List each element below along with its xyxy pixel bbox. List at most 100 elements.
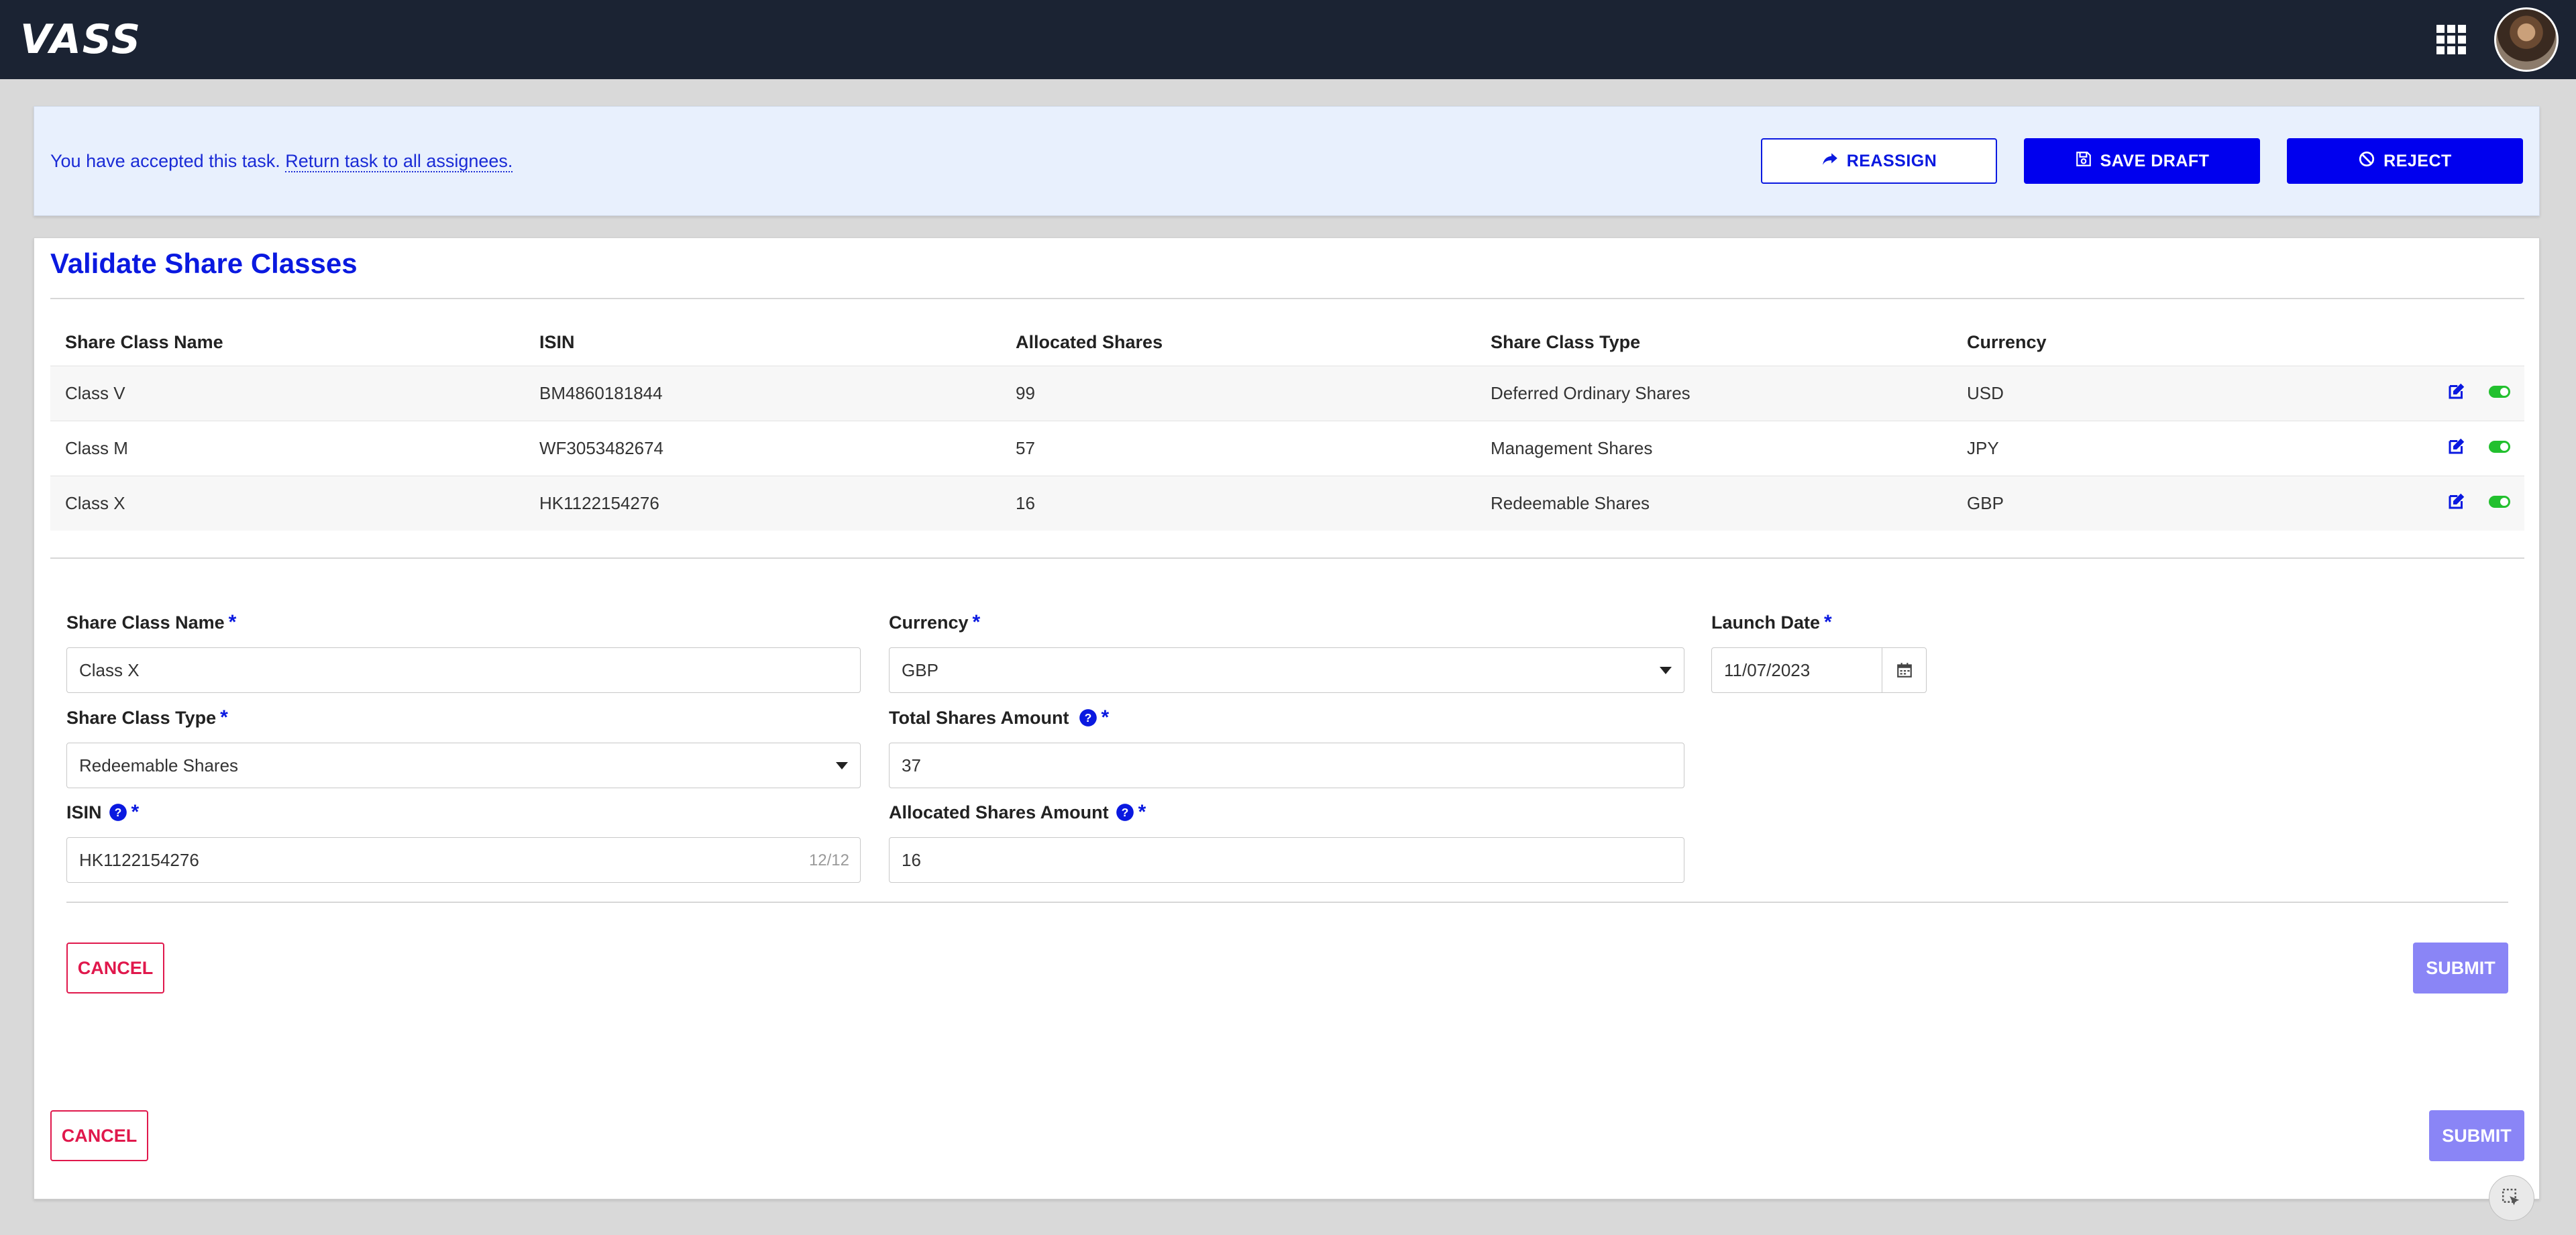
cell-currency: JPY [1967,438,1999,458]
page-title: Validate Share Classes [50,248,358,279]
caret-down-icon [1660,667,1672,674]
isin-label-text: ISIN [66,802,102,822]
task-accepted-text: You have accepted this task. [50,150,280,171]
required-marker: * [220,706,228,729]
launch-date-label: Launch Date * [1711,611,1832,634]
allocated-shares-amount-label-text: Allocated Shares Amount [889,802,1109,822]
apps-grid-icon[interactable] [2436,25,2466,54]
reject-button[interactable]: REJECT [2287,138,2523,184]
help-icon[interactable]: ? [1116,803,1134,822]
cell-share-class-type: Deferred Ordinary Shares [1491,383,1690,403]
return-task-link[interactable]: Return task to all assignees. [285,150,513,172]
save-draft-button[interactable]: SAVE DRAFT [2024,138,2260,184]
currency-label: Currency * [889,611,980,634]
save-draft-label: SAVE DRAFT [2100,151,2210,170]
reassign-button[interactable]: REASSIGN [1761,138,1997,184]
cell-share-class-type: Management Shares [1491,438,1653,458]
required-marker: * [228,611,237,633]
toggle-on-icon[interactable] [2488,383,2511,404]
cell-share-class-name: Class M [65,438,128,458]
form-cancel-button[interactable]: CANCEL [66,943,164,994]
cell-share-class-name: Class X [65,493,125,513]
cell-isin: HK1122154276 [539,493,659,513]
share-arrow-icon [1821,150,1839,172]
allocated-shares-amount-label: Allocated Shares Amount ? * [889,801,1146,824]
edit-icon[interactable] [2447,491,2467,516]
total-shares-amount-label: Total Shares Amount ? * [889,706,1109,729]
launch-date-picker [1711,647,1927,693]
column-header-allocated-shares: Allocated Shares [1016,331,1163,352]
share-class-name-label-text: Share Class Name [66,612,225,633]
share-class-name-input[interactable] [66,647,861,693]
divider [66,902,2508,903]
isin-field: 12/12 [66,837,861,883]
task-actions: REASSIGN SAVE DRAFT REJECT [1761,138,2523,184]
currency-label-text: Currency [889,612,969,633]
isin-character-counter: 12/12 [808,851,849,869]
user-avatar[interactable] [2494,7,2559,72]
cell-share-class-type: Redeemable Shares [1491,493,1650,513]
page-submit-button[interactable]: SUBMIT [2429,1110,2524,1161]
column-header-currency: Currency [1967,331,2047,352]
divider [50,298,2524,299]
page-cancel-button[interactable]: CANCEL [50,1110,148,1161]
svg-text:?: ? [114,806,121,819]
caret-down-icon [836,762,848,769]
table-header: Share Class Name ISIN Allocated Shares S… [50,319,2524,366]
required-marker: * [1101,706,1110,729]
task-banner: You have accepted this task. Return task… [34,106,2540,216]
cell-isin: BM4860181844 [539,383,663,403]
isin-input[interactable] [67,839,792,881]
cursor-select-icon[interactable] [2489,1175,2534,1221]
column-header-isin: ISIN [539,331,575,352]
currency-select[interactable]: GBP [889,647,1684,693]
column-header-share-class-name: Share Class Name [65,331,223,352]
table-row: Class X HK1122154276 16 Redeemable Share… [50,476,2524,531]
edit-icon[interactable] [2447,381,2467,406]
row-actions [2355,491,2524,516]
required-marker: * [972,611,981,633]
topbar-actions [2436,7,2559,72]
reject-label: REJECT [2383,151,2452,170]
share-class-type-label: Share Class Type * [66,706,228,729]
share-class-name-label: Share Class Name * [66,611,236,634]
total-shares-amount-input[interactable] [889,743,1684,788]
table-row: Class V BM4860181844 99 Deferred Ordinar… [50,366,2524,421]
cell-currency: GBP [1967,493,2004,513]
reassign-label: REASSIGN [1846,151,1937,170]
share-class-type-selected-value: Redeemable Shares [79,755,239,775]
row-actions [2355,436,2524,461]
total-shares-amount-label-text: Total Shares Amount [889,707,1069,728]
cell-currency: USD [1967,383,2004,403]
currency-selected-value: GBP [902,659,938,680]
task-status-message: You have accepted this task. Return task… [50,150,513,172]
cell-isin: WF3053482674 [539,438,664,458]
required-marker: * [131,801,140,823]
edit-icon[interactable] [2447,436,2467,461]
app-logo[interactable]: VASS [20,16,142,63]
share-class-type-label-text: Share Class Type [66,707,217,728]
svg-text:?: ? [1084,711,1091,724]
share-class-type-select[interactable]: Redeemable Shares [66,743,861,788]
top-navigation-bar: VASS [0,0,2576,79]
column-header-share-class-type: Share Class Type [1491,331,1641,352]
validate-share-classes-card: Validate Share Classes Share Class Name … [34,237,2540,1199]
allocated-shares-amount-input[interactable] [889,837,1684,883]
ban-icon [2358,150,2375,172]
row-actions [2355,381,2524,406]
cell-allocated-shares: 99 [1016,383,1035,403]
cell-share-class-name: Class V [65,383,125,403]
save-icon [2075,150,2092,172]
toggle-on-icon[interactable] [2488,438,2511,459]
help-icon[interactable]: ? [1079,708,1097,727]
form-submit-button[interactable]: SUBMIT [2413,943,2508,994]
share-classes-table: Share Class Name ISIN Allocated Shares S… [50,319,2524,531]
calendar-icon[interactable] [1882,648,1926,692]
isin-label: ISIN ? * [66,801,139,824]
toggle-on-icon[interactable] [2488,493,2511,514]
launch-date-input[interactable] [1712,649,1873,692]
help-icon[interactable]: ? [109,803,127,822]
table-row: Class M WF3053482674 57 Management Share… [50,421,2524,476]
required-marker: * [1824,611,1832,633]
cell-allocated-shares: 16 [1016,493,1035,513]
